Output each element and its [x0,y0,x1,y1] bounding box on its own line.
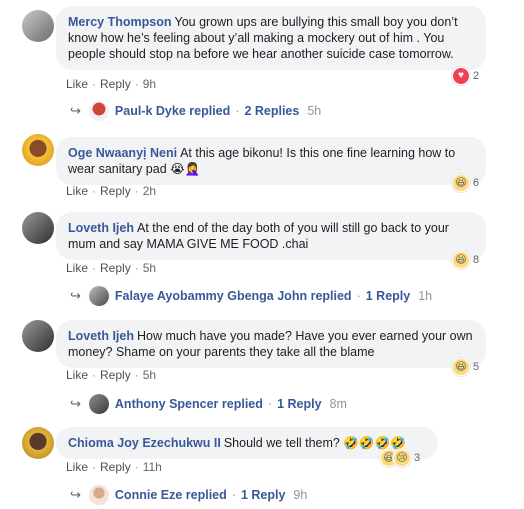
comment-actions: Like · Reply · 5h [66,261,157,275]
reply-arrow-icon: ↪ [70,396,81,411]
reply-arrow-icon: ↪ [70,288,81,303]
avatar[interactable] [22,427,54,459]
avatar [88,485,109,505]
avatar[interactable] [22,320,54,352]
reaction-summary[interactable]: ♥ 2 [452,66,479,86]
comment-time[interactable]: 9h [143,77,156,91]
comment-author[interactable]: Mercy Thompson [68,15,172,29]
replied-label: replied [189,104,231,118]
heart-icon: ♥ [452,67,470,85]
replier-name: Anthony Spencer [114,397,219,411]
replied-label: replied [185,488,227,502]
reply-count: 2 Replies [244,104,300,118]
reply-time: 1h [418,289,433,303]
reply-arrow-icon: ↪ [70,103,81,118]
replier-name: Connie Eze [114,488,183,502]
comment-author[interactable]: Loveth Ijeh [68,221,134,235]
comment-bubble: Loveth Ijeh How much have you made? Have … [56,320,486,368]
reply-time: 8m [329,397,347,411]
reply-arrow-icon: ↪ [70,487,81,502]
comment-bubble: Oge Nwaanyị Neni At this age bikonu! Is t… [56,137,486,185]
replied-label: replied [310,289,352,303]
comment-actions: Like · Reply · 5h [66,368,157,382]
avatar[interactable] [22,10,54,42]
comment-author[interactable]: Loveth Ijeh [68,329,134,343]
sad-icon: 😢 [393,449,411,467]
reaction-summary[interactable]: 😆 8 [452,250,479,270]
comment-actions: Like · Reply · 9h [66,77,157,91]
reply-button[interactable]: Reply [100,368,131,382]
like-button[interactable]: Like [66,184,88,198]
avatar [88,101,109,121]
laugh-icon: 😆 [452,358,470,376]
reply-time: 9h [293,488,308,502]
reaction-summary[interactable]: 😆 5 [452,357,479,377]
view-replies[interactable]: ↪ Connie Eze replied · 1 Reply 9h [70,485,307,505]
replied-label: replied [221,397,263,411]
avatar [88,394,109,414]
reply-time: 5h [307,104,322,118]
reaction-count: 5 [473,361,480,373]
reply-button[interactable]: Reply [100,460,131,474]
like-button[interactable]: Like [66,460,88,474]
laugh-icon: 😆 [452,174,470,192]
reaction-count: 2 [473,70,480,82]
reply-count: 1 Reply [277,397,322,411]
comment-text: Should we tell them? 🤣🤣🤣🤣 [223,436,406,450]
laugh-icon: 😆 [452,251,470,269]
reply-button[interactable]: Reply [100,77,131,91]
comment-bubble: Loveth Ijeh At the end of the day both of… [56,212,486,260]
replier-name: Paul-k Dyke [114,104,186,118]
comment-time[interactable]: 5h [143,261,156,275]
replier-name: Falaye Ayobammy Gbenga John [114,289,308,303]
view-replies[interactable]: ↪ Paul-k Dyke replied · 2 Replies 5h [70,101,321,121]
like-button[interactable]: Like [66,368,88,382]
like-button[interactable]: Like [66,261,88,275]
reply-button[interactable]: Reply [100,261,131,275]
reaction-count: 6 [473,177,480,189]
reaction-count: 8 [473,254,480,266]
comment-actions: Like · Reply · 11h [66,460,162,474]
reply-button[interactable]: Reply [100,184,131,198]
like-button[interactable]: Like [66,77,88,91]
reply-count: 1 Reply [240,488,286,502]
comment-time[interactable]: 5h [143,368,156,382]
view-replies[interactable]: ↪ Falaye Ayobammy Gbenga John replied · 1 … [70,286,432,306]
reply-count: 1 Reply [365,289,411,303]
reaction-count: 3 [414,452,421,464]
comment-time[interactable]: 2h [143,184,156,198]
avatar[interactable] [22,134,54,166]
comment-actions: Like · Reply · 2h [66,184,157,198]
reaction-summary[interactable]: 😆 😢 3 [380,448,420,468]
comment-author[interactable]: Oge Nwaanyị Neni [68,146,177,160]
comment-bubble: Mercy Thompson You grown ups are bullying… [56,6,486,70]
reaction-summary[interactable]: 😆 6 [452,173,479,193]
view-replies[interactable]: ↪ Anthony Spencer replied · 1 Reply 8m [70,394,347,414]
comment-time[interactable]: 11h [143,460,162,474]
avatar[interactable] [22,212,54,244]
comment-author[interactable]: Chioma Joy Ezechukwu II [68,436,221,450]
avatar [88,286,109,306]
